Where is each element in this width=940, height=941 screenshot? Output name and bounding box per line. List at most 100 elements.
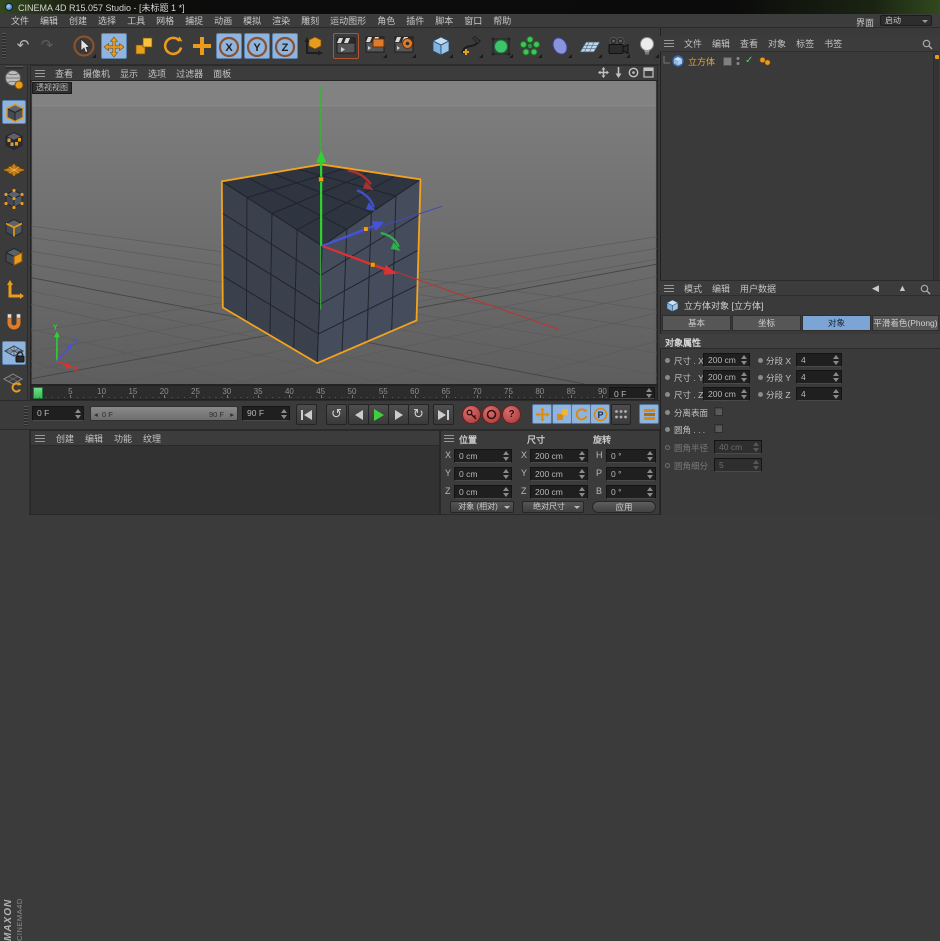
make-editable-button[interactable] — [2, 68, 26, 92]
render-settings-button[interactable] — [391, 33, 417, 59]
search-icon[interactable] — [920, 284, 931, 295]
menu-simulate[interactable]: 模拟 — [243, 14, 261, 27]
camera-button[interactable] — [605, 33, 631, 59]
size-x-input[interactable]: 200 cm — [703, 353, 750, 367]
snap-button[interactable] — [2, 311, 26, 335]
frame-range-slider[interactable]: ◂ 0 F 90 F ▸ — [90, 406, 238, 421]
record-rotation-button[interactable] — [571, 404, 591, 424]
phong-tag-icon[interactable] — [758, 56, 772, 67]
mat-menu-create[interactable]: 创建 — [56, 432, 74, 445]
rot-h-field[interactable]: 0 ° — [606, 449, 656, 463]
menu-create[interactable]: 创建 — [69, 14, 87, 27]
vp-menu-panel[interactable]: 面板 — [213, 67, 231, 80]
ruler-frame-field[interactable]: 0 F — [609, 387, 655, 399]
record-position-button[interactable] — [532, 404, 552, 424]
end-frame-field[interactable]: 90 F — [242, 406, 290, 421]
vp-menu-cameras[interactable]: 摄像机 — [83, 67, 110, 80]
playhead-marker[interactable] — [33, 387, 43, 399]
am-menu-mode[interactable]: 模式 — [684, 282, 702, 295]
param-dot[interactable] — [665, 375, 670, 380]
model-mode-button[interactable] — [2, 100, 26, 124]
stepper-icon[interactable] — [280, 409, 288, 419]
vp-menu-filter[interactable]: 过滤器 — [176, 67, 203, 80]
stepper-icon[interactable] — [645, 388, 653, 398]
pan-view-icon[interactable] — [598, 67, 609, 78]
param-dot[interactable] — [758, 375, 763, 380]
next-frame-button[interactable] — [388, 404, 409, 425]
tab-object[interactable]: 对象 — [802, 315, 871, 331]
range-right-arrow[interactable]: ▸ — [230, 408, 234, 421]
lock-x-axis-button[interactable]: X — [216, 33, 242, 59]
vp-menu-view[interactable]: 查看 — [55, 67, 73, 80]
zoom-view-icon[interactable] — [613, 67, 624, 78]
panel-menu-icon[interactable] — [664, 39, 674, 48]
current-frame-field[interactable]: 0 F — [32, 406, 84, 421]
menu-script[interactable]: 脚本 — [435, 14, 453, 27]
play-backwards-button[interactable]: ↺ — [326, 404, 347, 425]
autokeying-button[interactable] — [482, 405, 501, 424]
toggle-view-icon[interactable] — [643, 67, 654, 78]
undo-button[interactable]: ↶ — [10, 33, 36, 59]
enabled-check-icon[interactable]: ✓ — [745, 56, 753, 66]
gizmo-y-handle[interactable] — [319, 177, 324, 182]
menu-tools[interactable]: 工具 — [127, 14, 145, 27]
tab-coordinates[interactable]: 坐标 — [732, 315, 801, 331]
gizmo-z-handle[interactable] — [364, 227, 369, 232]
menu-render[interactable]: 渲染 — [272, 14, 290, 27]
am-menu-userdata[interactable]: 用户数据 — [740, 282, 776, 295]
menu-window[interactable]: 窗口 — [464, 14, 482, 27]
param-dot[interactable] — [758, 392, 763, 397]
om-menu-edit[interactable]: 编辑 — [712, 37, 730, 50]
perspective-viewport[interactable]: Y Z X — [30, 80, 658, 385]
render-picture-viewer-button[interactable] — [362, 33, 388, 59]
param-dot[interactable] — [665, 410, 670, 415]
om-menu-bookmarks[interactable]: 书签 — [824, 37, 842, 50]
size-x-field[interactable]: 200 cm — [530, 449, 588, 463]
menu-mesh[interactable]: 网格 — [156, 14, 174, 27]
object-row-cube[interactable]: 立方体 ✓ — [662, 54, 772, 68]
menu-snap[interactable]: 捕捉 — [185, 14, 203, 27]
om-menu-objects[interactable]: 对象 — [768, 37, 786, 50]
separate-surfaces-checkbox[interactable] — [714, 407, 723, 416]
panel-menu-icon[interactable] — [35, 434, 45, 443]
stepper-icon[interactable] — [74, 409, 82, 419]
point-level-animation-button[interactable] — [611, 404, 631, 425]
rot-p-field[interactable]: 0 ° — [606, 467, 656, 481]
view-label[interactable]: 透视视图 — [32, 82, 72, 94]
menu-edit[interactable]: 编辑 — [40, 14, 58, 27]
workplane-grid-button[interactable] — [2, 370, 26, 394]
coords-mode-dropdown[interactable]: 对象 (相对) — [450, 501, 514, 513]
history-back-icon[interactable]: ◀ — [872, 283, 879, 294]
history-up-icon[interactable]: ▲ — [898, 283, 907, 293]
lock-z-axis-button[interactable]: Z — [272, 33, 298, 59]
record-parameter-button[interactable]: P — [590, 404, 610, 424]
param-dot[interactable] — [665, 392, 670, 397]
vp-menu-display[interactable]: 显示 — [120, 67, 138, 80]
record-scale-button[interactable] — [552, 404, 572, 424]
object-manager-scrollbar[interactable] — [933, 53, 939, 280]
mat-menu-edit[interactable]: 编辑 — [85, 432, 103, 445]
gizmo-x-handle[interactable] — [371, 263, 376, 268]
om-menu-view[interactable]: 查看 — [740, 37, 758, 50]
workplane-lock-button[interactable] — [2, 341, 26, 365]
size-y-input[interactable]: 200 cm — [703, 370, 750, 384]
param-dot[interactable] — [665, 358, 670, 363]
mat-menu-function[interactable]: 功能 — [114, 432, 132, 445]
fillet-checkbox[interactable] — [714, 424, 723, 433]
menu-animate[interactable]: 动画 — [214, 14, 232, 27]
menu-file[interactable]: 文件 — [11, 14, 29, 27]
panel-menu-icon[interactable] — [35, 69, 45, 78]
layout-select[interactable]: 启动 — [880, 15, 932, 26]
vp-menu-options[interactable]: 选项 — [148, 67, 166, 80]
points-mode-button[interactable] — [2, 187, 26, 211]
tab-phong[interactable]: 平滑着色(Phong) — [872, 315, 939, 331]
polygons-mode-button[interactable] — [2, 245, 26, 269]
size-z-input[interactable]: 200 cm — [703, 387, 750, 401]
pos-y-field[interactable]: 0 cm — [454, 467, 512, 481]
om-menu-tags[interactable]: 标签 — [796, 37, 814, 50]
timeline-ruler[interactable]: 051015202530354045505560657075808590 0 F — [30, 385, 658, 400]
seg-x-input[interactable]: 4 — [796, 353, 842, 367]
add-cube-button[interactable] — [428, 33, 454, 59]
edges-mode-button[interactable] — [2, 216, 26, 240]
menu-select[interactable]: 选择 — [98, 14, 116, 27]
